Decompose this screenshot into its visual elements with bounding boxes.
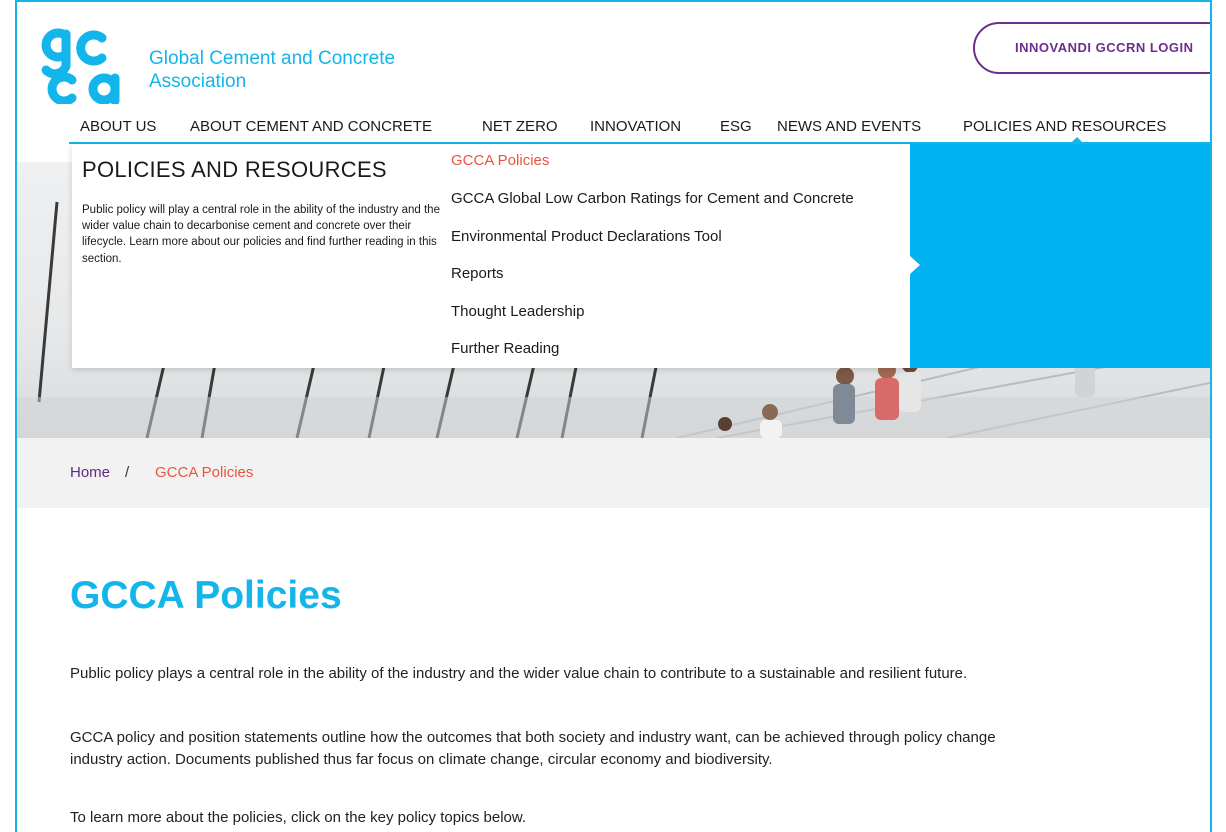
policy-paragraph-line2: industry action. Documents published thu… bbox=[70, 751, 773, 768]
nav-news-and-events[interactable]: NEWS AND EVENTS bbox=[777, 118, 921, 135]
menu-link-reports[interactable]: Reports bbox=[451, 265, 504, 282]
topics-paragraph: To learn more about the policies, click … bbox=[70, 809, 527, 826]
main-nav: ABOUT US ABOUT CEMENT AND CONCRETE NET Z… bbox=[17, 118, 1210, 142]
nav-innovation[interactable]: INNOVATION bbox=[590, 118, 681, 135]
brand-name-line1: Global Cement and Concrete bbox=[149, 48, 396, 69]
mega-menu-accent-panel bbox=[910, 144, 1210, 368]
menu-link-low-carbon-ratings[interactable]: GCCA Global Low Carbon Ratings for Cemen… bbox=[451, 190, 854, 207]
browser-page: Global Cement and Concrete Association I… bbox=[15, 0, 1212, 832]
breadcrumb-home[interactable]: Home bbox=[70, 464, 110, 481]
innovandi-login-button[interactable]: INNOVANDI GCCRN LOGIN bbox=[973, 22, 1210, 74]
gcca-logo[interactable] bbox=[36, 24, 128, 104]
breadcrumb-current: GCCA Policies bbox=[155, 464, 254, 481]
breadcrumb-separator: / bbox=[125, 464, 130, 481]
mega-menu-description: Public policy will play a central role i… bbox=[82, 204, 440, 265]
policy-paragraph-line1: GCCA policy and position statements outl… bbox=[70, 729, 996, 746]
menu-link-further-reading[interactable]: Further Reading bbox=[451, 340, 559, 357]
nav-net-zero[interactable]: NET ZERO bbox=[482, 118, 558, 135]
nav-about-cement-and-concrete[interactable]: ABOUT CEMENT AND CONCRETE bbox=[190, 118, 432, 135]
mega-menu-title: POLICIES AND RESOURCES bbox=[82, 157, 387, 182]
nav-policies-and-resources[interactable]: POLICIES AND RESOURCES bbox=[963, 118, 1166, 135]
intro-paragraph: Public policy plays a central role in th… bbox=[70, 665, 968, 682]
brand-name-line2: Association bbox=[149, 71, 247, 92]
menu-link-thought-leadership[interactable]: Thought Leadership bbox=[451, 303, 584, 320]
nav-esg[interactable]: ESG bbox=[720, 118, 752, 135]
brand-name[interactable]: Global Cement and Concrete Association bbox=[149, 47, 395, 93]
menu-link-gcca-policies[interactable]: GCCA Policies bbox=[451, 152, 549, 169]
breadcrumb: Home / GCCA Policies bbox=[17, 438, 1210, 508]
nav-active-caret bbox=[1071, 137, 1083, 143]
mega-menu-pointer bbox=[910, 256, 920, 274]
menu-link-epd-tool[interactable]: Environmental Product Declarations Tool bbox=[451, 228, 722, 245]
nav-about-us[interactable]: ABOUT US bbox=[80, 118, 156, 135]
page-title: GCCA Policies bbox=[70, 574, 342, 617]
